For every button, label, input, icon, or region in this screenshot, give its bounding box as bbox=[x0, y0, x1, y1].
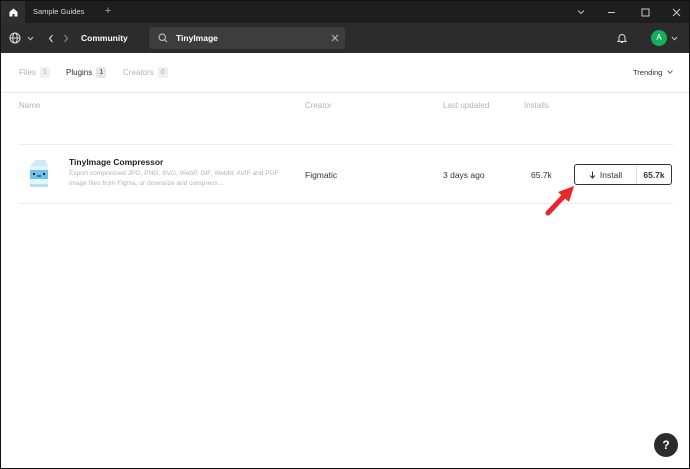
plugin-description: Export compressed JPG, PNG, SVG, WebP, G… bbox=[69, 170, 279, 187]
add-tab-button[interactable]: + bbox=[102, 1, 114, 23]
download-arrow-icon bbox=[589, 171, 596, 179]
account-chevron-icon[interactable] bbox=[669, 30, 679, 46]
filter-creators-count: 0 bbox=[157, 67, 168, 78]
app-window: Sample Guides + Community TinyImage A Fi… bbox=[0, 0, 690, 469]
sort-chevron-icon bbox=[667, 70, 674, 74]
red-arrow-annotation-icon bbox=[545, 186, 574, 216]
maximize-button[interactable] bbox=[635, 1, 655, 23]
filter-files-count: 1 bbox=[39, 67, 50, 78]
column-header-installs: Installs bbox=[524, 101, 549, 110]
globe-icon[interactable] bbox=[6, 30, 24, 46]
search-query: TinyImage bbox=[176, 33, 218, 43]
breadcrumb-community[interactable]: Community bbox=[81, 23, 128, 53]
home-button[interactable] bbox=[1, 1, 25, 23]
filter-creators-label: Creators bbox=[123, 68, 154, 77]
search-icon bbox=[157, 32, 169, 44]
sort-dropdown[interactable]: Trending bbox=[633, 53, 674, 93]
filter-plugins[interactable]: Plugins 1 bbox=[66, 53, 107, 93]
filter-creators[interactable]: Creators 0 bbox=[123, 53, 168, 93]
install-button-label: Install bbox=[599, 169, 623, 180]
home-icon bbox=[9, 8, 17, 16]
chevron-down-icon[interactable] bbox=[25, 30, 35, 46]
plugin-last-updated: 3 days ago bbox=[443, 170, 485, 180]
install-button[interactable]: Install bbox=[575, 165, 637, 184]
bell-icon[interactable] bbox=[615, 31, 629, 45]
install-count: 65.7k bbox=[643, 169, 665, 180]
clear-search-icon[interactable] bbox=[329, 32, 341, 44]
filter-files[interactable]: Files 1 bbox=[19, 53, 50, 93]
help-button[interactable]: ? bbox=[654, 433, 678, 457]
close-window-button[interactable] bbox=[666, 1, 686, 23]
back-arrow-icon[interactable] bbox=[45, 30, 57, 46]
column-header-last-updated: Last updated bbox=[443, 101, 490, 110]
sort-label: Trending bbox=[633, 68, 663, 77]
tab-sample-guides[interactable]: Sample Guides bbox=[27, 1, 99, 23]
filter-plugins-label: Plugins bbox=[66, 68, 93, 77]
plugin-name[interactable]: TinyImage Compressor bbox=[69, 157, 163, 167]
minimize-button[interactable] bbox=[601, 1, 621, 23]
search-input[interactable]: TinyImage bbox=[149, 27, 345, 49]
dropdown-chevron-icon[interactable] bbox=[571, 1, 591, 23]
filter-files-label: Files bbox=[19, 68, 36, 77]
title-bar: Sample Guides + bbox=[1, 1, 689, 23]
install-control: Install 65.7k bbox=[574, 164, 672, 185]
column-header-creator: Creator bbox=[305, 101, 332, 110]
forward-arrow-icon[interactable] bbox=[60, 30, 72, 46]
filter-plugins-count: 1 bbox=[96, 67, 107, 78]
column-header-name: Name bbox=[19, 101, 41, 110]
toolbar: Community TinyImage A bbox=[1, 23, 689, 53]
plugin-creator[interactable]: Figmatic bbox=[305, 145, 337, 205]
avatar[interactable]: A bbox=[651, 30, 667, 46]
filter-bar: Files 1 Plugins 1 Creators 0 Trending bbox=[1, 53, 689, 93]
plugin-thumbnail-icon bbox=[30, 160, 48, 187]
